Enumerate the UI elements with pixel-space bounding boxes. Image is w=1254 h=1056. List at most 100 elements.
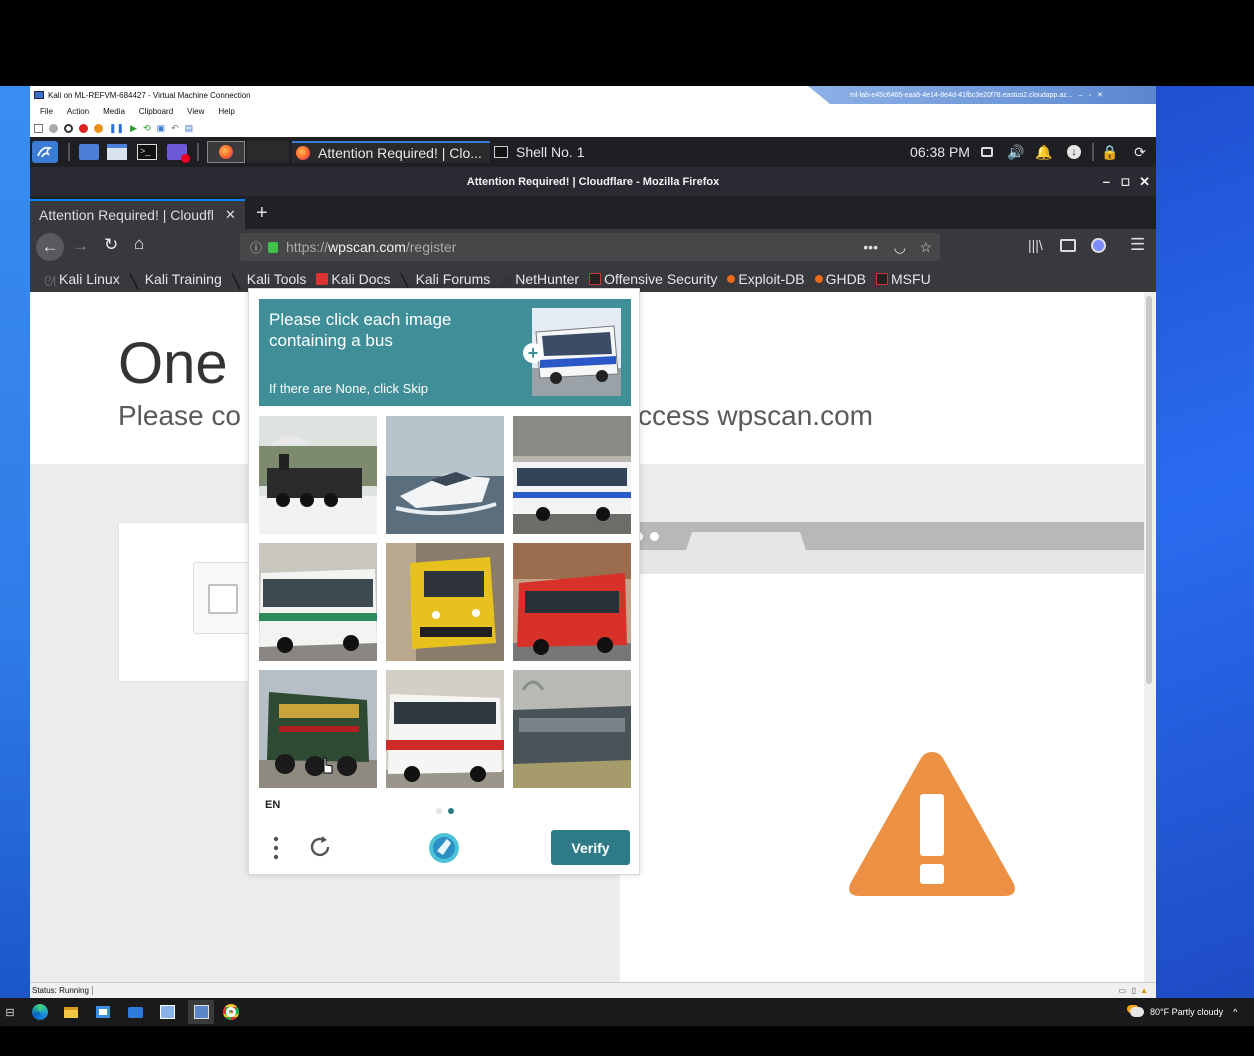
panel-clock[interactable]: 06:38 PM [908,141,972,163]
pause-icon[interactable]: ❚❚ [109,123,124,134]
revert-icon[interactable]: ↶ [171,123,179,134]
weather-text: 80°F Partly cloudy [1150,1007,1224,1017]
hyper-v-manager-icon[interactable] [157,1002,177,1022]
ctrl-alt-del-icon[interactable] [34,123,43,133]
vm-menu-media[interactable]: Media [103,107,125,116]
resume-icon[interactable]: ▶ [130,123,137,134]
rdp-close-icon[interactable]: ✕ [1097,91,1103,99]
vm-menu-help[interactable]: Help [218,107,234,116]
reset-icon[interactable]: ⟲ [143,123,151,134]
captcha-tile[interactable] [259,543,377,661]
show-desktop-icon[interactable] [78,141,100,163]
notification-bell-icon[interactable]: 🔔 [1034,141,1054,163]
captcha-tile[interactable] [513,416,631,534]
taskbar-item-shell[interactable]: Shell No. 1 [492,141,602,163]
captcha-tile[interactable] [513,543,631,661]
save-state-icon[interactable] [94,123,103,133]
captcha-tile[interactable] [386,416,504,534]
vm-menu-view[interactable]: View [187,107,204,116]
window-maximize-icon[interactable]: ◻ [1121,175,1130,188]
captcha-tile[interactable] [386,670,504,788]
start-icon[interactable] [49,123,58,133]
turn-off-icon[interactable] [64,123,73,133]
bookmark-kali-tools[interactable]: ╲ Kali Tools [232,271,307,289]
bookmark-kali-forums[interactable]: ╲ Kali Forums [400,271,491,289]
captcha-menu-icon[interactable] [271,835,281,861]
hcaptcha-logo-icon[interactable] [427,831,461,865]
bookmark-exploit-db[interactable]: Exploit-DB [727,271,805,287]
lock-screen-icon[interactable]: 🔒 [1100,141,1120,163]
site-info-icon[interactable]: ⓘ [250,239,262,256]
volume-icon[interactable]: 🔊 [1006,141,1026,163]
captcha-language[interactable]: EN [265,799,280,811]
logout-icon[interactable]: ⟳ [1130,141,1150,163]
sidebar-icon[interactable] [1060,239,1076,252]
captcha-tile[interactable] [386,543,504,661]
vm-menu-file[interactable]: File [40,107,53,116]
workspace-indicator[interactable] [247,141,289,163]
kali-menu-icon[interactable] [32,141,58,163]
captcha-tile[interactable] [259,670,377,788]
url-bar[interactable]: ⓘ https://wpscan.com/register ••• ◡ ☆ [240,233,940,261]
firefox-launcher-icon[interactable] [207,141,245,163]
edge-icon[interactable] [30,1002,50,1022]
rdp-connection-bar: ml-lab-e45c6465-eaa8-4e14-8e4d-41fbc3e20… [808,86,1156,104]
bookmark-nethunter[interactable]: ᘛ NetHunter [500,271,579,289]
back-button[interactable]: ← [36,233,64,261]
new-tab-button[interactable]: + [256,202,268,225]
chrome-icon[interactable] [221,1002,241,1022]
checkpoint-icon[interactable]: ▣ [157,123,166,134]
window-close-icon[interactable]: ✕ [1139,174,1150,190]
captcha-checkbox[interactable] [208,584,238,614]
captcha-tile[interactable] [259,416,377,534]
rdp-host-text: ml-lab-e45c6465-eaa8-4e14-8e4d-41fbc3e20… [850,91,1073,99]
captcha-refresh-icon[interactable] [307,834,333,860]
browser-illustration-tab [686,532,806,550]
store-icon[interactable] [93,1002,113,1022]
firefox-navigation-bar: ← → ↻ ⌂ ⓘ https://wpscan.com/register ••… [30,229,1156,265]
kali-dragon-icon: ╲ [400,272,409,289]
tab-close-icon[interactable]: ✕ [225,207,236,223]
shutdown-icon[interactable] [79,123,88,133]
enhanced-session-icon[interactable]: ▤ [185,123,194,134]
vm-menu-clipboard[interactable]: Clipboard [139,107,173,116]
page-scrollbar-thumb[interactable] [1146,296,1152,684]
home-button[interactable]: ⌂ [134,234,144,254]
taskbar-item-firefox[interactable]: Attention Required! | Clo... [292,141,490,163]
library-icon[interactable]: |||\ [1028,237,1043,253]
window-minimize-icon[interactable]: – [1103,174,1110,189]
expand-sample-icon[interactable]: + [523,343,543,363]
bookmark-offensive-security[interactable]: Offensive Security [589,271,717,287]
hcaptcha-challenge: Please click each image containing a bus… [248,288,640,875]
bookmark-star-icon[interactable]: ☆ [919,239,932,256]
captcha-tile[interactable] [513,670,631,788]
file-explorer-icon[interactable] [61,1002,81,1022]
vm-connection-taskbar-icon[interactable] [188,1000,214,1024]
bookmark-kali-linux[interactable]: ᘛ Kali Linux [44,271,120,289]
captcha-sample-image[interactable] [532,308,621,396]
display-icon[interactable] [978,141,996,163]
page-actions-icon[interactable]: ••• [863,239,878,255]
bookmark-kali-docs[interactable]: Kali Docs [316,271,391,287]
bookmark-ghdb[interactable]: GHDB [814,271,866,287]
screenshot-tool-icon[interactable] [165,141,190,163]
terminal-launcher-icon[interactable]: >_ [136,141,158,163]
rdp-minimize-icon[interactable]: – [1079,92,1083,99]
reload-button[interactable]: ↻ [104,235,118,255]
task-view-icon[interactable]: ⊟ [0,1002,20,1022]
file-manager-icon[interactable] [106,141,128,163]
mail-icon[interactable] [125,1002,145,1022]
pocket-icon[interactable]: ◡ [894,239,906,256]
vm-menu-action[interactable]: Action [67,107,89,116]
chevron-up-icon[interactable]: ^ [1233,1007,1237,1017]
weather-widget[interactable]: 80°F Partly cloudy ^ [1130,1002,1237,1022]
hamburger-menu-icon[interactable]: ☰ [1130,235,1145,255]
updates-icon[interactable]: ↓ [1064,141,1084,163]
rdp-restore-icon[interactable]: ▫ [1089,92,1091,99]
bookmark-kali-training[interactable]: ╲ Kali Training [130,271,222,289]
bookmark-msfu[interactable]: MSFU [876,271,931,287]
forward-button[interactable]: → [72,236,89,256]
tab-attention-required[interactable]: Attention Required! | Cloudfl ✕ [30,199,245,229]
account-icon[interactable] [1091,238,1106,253]
verify-button[interactable]: Verify [551,830,630,865]
